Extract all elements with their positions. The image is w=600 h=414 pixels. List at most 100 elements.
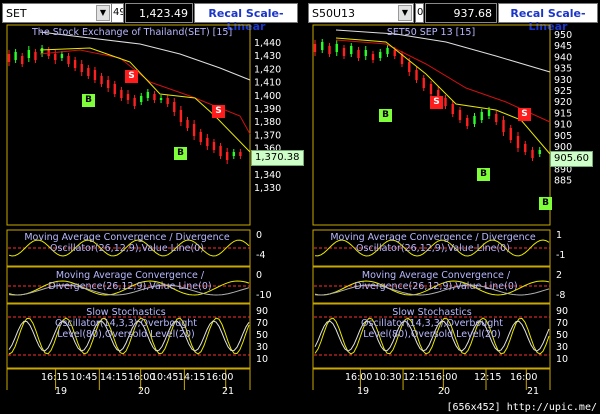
right-symbol-value: S50U13 xyxy=(312,7,356,20)
left-macd-oscillator-label: Moving Average Convergence / Divergence … xyxy=(24,232,230,254)
price-axis-label: 905 xyxy=(554,131,572,142)
candle-body xyxy=(133,98,136,106)
buy-signal-marker[interactable]: B xyxy=(82,94,95,107)
price-axis-label: 1,410 xyxy=(254,78,281,89)
price-axis-label: 885 xyxy=(554,176,572,187)
stochastics-axis-label: 90 xyxy=(556,306,568,317)
candle-body xyxy=(364,50,367,56)
price-axis-label: 1,430 xyxy=(254,51,281,62)
moving-average-yellow xyxy=(39,47,251,153)
left-last-price-tag: 1,370.38 xyxy=(251,150,304,166)
time-label: 12:15 xyxy=(403,372,431,383)
candle-body xyxy=(21,56,24,64)
candle-body xyxy=(146,92,150,98)
candle-body xyxy=(342,48,346,56)
left-prev-price-field: 49 xyxy=(111,3,124,23)
candle-body xyxy=(451,104,454,114)
stochastics-axis-label: 30 xyxy=(556,342,568,353)
price-axis-label: 1,390 xyxy=(254,104,281,115)
right-chart-title: SET50 SEP 13 [15] xyxy=(386,27,476,38)
candle-body xyxy=(524,144,527,152)
buy-signal-marker[interactable]: B xyxy=(379,109,392,122)
stochastics-axis-label: 10 xyxy=(556,354,568,365)
candle-body xyxy=(321,42,324,50)
candle-body xyxy=(199,132,202,142)
candle-body xyxy=(495,114,498,122)
candle-body xyxy=(173,102,176,112)
candle-body xyxy=(166,98,169,104)
candle-body xyxy=(34,52,37,60)
right-last-price-tag: 905.60 xyxy=(550,151,593,167)
price-axis-label: 1,420 xyxy=(254,64,281,75)
moving-average-white xyxy=(39,31,251,81)
candle-body xyxy=(379,52,382,58)
candle-body xyxy=(60,54,64,58)
candle-body xyxy=(153,94,156,100)
candle-body xyxy=(27,50,31,58)
left-toolbar: SET ▼ 49 1,423.49 Recal Scale-Linear xyxy=(0,3,300,33)
candle-body xyxy=(113,84,116,94)
macd-axis-label: 0 xyxy=(256,230,262,241)
right-symbol-select[interactable]: S50U13 ▼ xyxy=(308,3,414,23)
sell-signal-marker[interactable]: S xyxy=(430,96,443,109)
stochastics-axis-label: 10 xyxy=(256,354,268,365)
price-axis-label: 1,370 xyxy=(254,130,281,141)
sell-signal-marker[interactable]: S xyxy=(125,70,138,83)
left-macd-label: Moving Average Convergence / Divergence(… xyxy=(48,270,212,292)
time-label: 10:30 xyxy=(374,372,402,383)
time-label: 16:00 xyxy=(510,372,538,383)
stochastics-axis-label: 90 xyxy=(256,306,268,317)
time-label: 16:00 xyxy=(430,372,458,383)
candle-body xyxy=(192,124,196,136)
candle-body xyxy=(140,96,143,102)
candle-body xyxy=(531,150,534,158)
time-label: 10:45 xyxy=(70,372,98,383)
buy-signal-marker[interactable]: B xyxy=(539,197,552,210)
price-axis-label: 925 xyxy=(554,86,572,97)
watermark: [656x452] http://upic.me/ xyxy=(446,402,597,413)
candle-body xyxy=(328,46,331,54)
date-label: 19 xyxy=(357,386,370,397)
chevron-down-icon[interactable]: ▼ xyxy=(398,5,412,21)
candle-body xyxy=(357,50,360,58)
macd-axis-label: 2 xyxy=(556,270,562,281)
stochastics-axis-label: 70 xyxy=(556,318,568,329)
left-chart-title: The Stock Exchange of Thailand(SET) [15] xyxy=(32,27,233,38)
stochastics-axis-label: 30 xyxy=(256,342,268,353)
chevron-down-icon[interactable]: ▼ xyxy=(96,5,110,21)
buy-signal-marker[interactable]: B xyxy=(174,147,187,160)
buy-signal-marker[interactable]: B xyxy=(477,168,490,181)
candle-body xyxy=(232,152,235,156)
left-symbol-select[interactable]: SET ▼ xyxy=(2,3,112,23)
candle-body xyxy=(480,112,483,120)
right-price-field: 937.68 xyxy=(425,3,497,23)
date-label: 21 xyxy=(222,386,235,397)
candle-body xyxy=(473,116,476,124)
candle-body xyxy=(126,94,130,100)
candle-body xyxy=(100,76,103,84)
price-axis-label: 910 xyxy=(554,120,572,131)
time-label: 16:00 xyxy=(345,372,373,383)
candle-body xyxy=(408,62,411,72)
sell-signal-marker[interactable]: S xyxy=(518,108,531,121)
candle-body xyxy=(509,128,512,140)
price-axis-label: 920 xyxy=(554,97,572,108)
candle-body xyxy=(386,48,389,54)
sell-signal-marker[interactable]: S xyxy=(212,105,225,118)
left-chart-area[interactable]: 1,440 1,430 1,420 1,410 1,400 1,390 1,380 1,370… xyxy=(0,24,304,390)
price-axis-label: 1,380 xyxy=(254,117,281,128)
date-label: 21 xyxy=(527,386,540,397)
price-pane-frame xyxy=(312,24,551,226)
time-label: 16:00 xyxy=(206,372,234,383)
price-axis-label: 1,340 xyxy=(254,170,281,181)
candle-body xyxy=(206,138,209,146)
macd-axis-label: -4 xyxy=(256,250,265,261)
right-chart-area[interactable]: 9509459409359309259209159109059008958908… xyxy=(306,24,600,390)
candle-body xyxy=(54,54,57,60)
candle-body xyxy=(87,68,90,76)
macd-axis-label: -8 xyxy=(556,290,565,301)
left-recal-scale-button[interactable]: Recal Scale-Linear xyxy=(194,3,298,33)
right-recal-scale-button[interactable]: Recal Scale-Linear xyxy=(498,3,598,33)
date-label: 19 xyxy=(55,386,68,397)
price-pane-frame xyxy=(6,24,251,226)
